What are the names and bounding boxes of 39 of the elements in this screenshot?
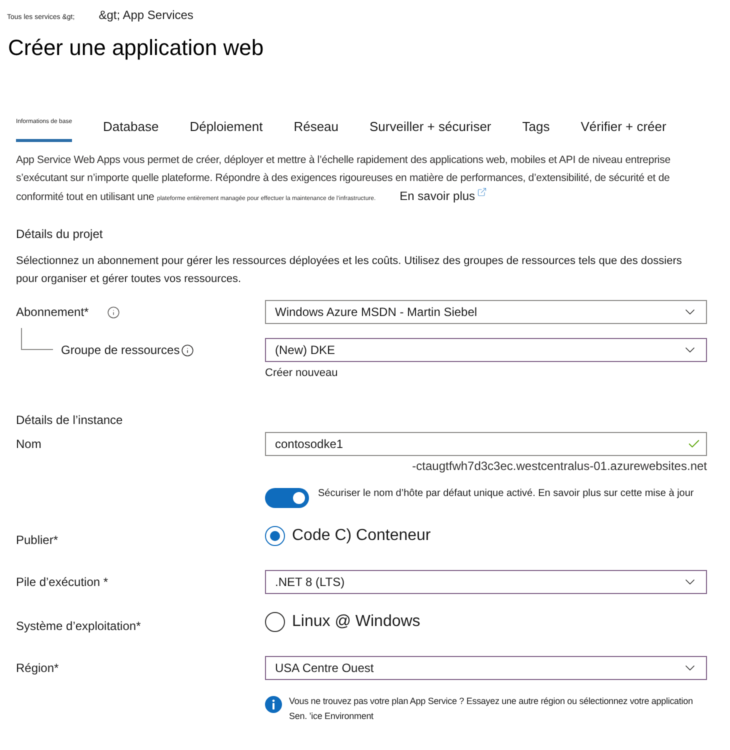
tree-connector-line [21,328,53,350]
region-label: Région* [16,661,59,675]
tab[interactable]: Réseau [294,114,339,142]
tab[interactable]: Vérifier + créer [580,114,666,142]
toggle-switch[interactable] [265,488,309,508]
external-link-icon [477,187,488,197]
name-input-field[interactable]: contosodke1 [265,432,707,456]
subscription-dropdown[interactable]: Windows Azure MSDN - Martin Siebel [265,300,707,324]
resource-group-label: Groupe de ressources [61,342,180,359]
operating-system-label: Système d’exploitation* [16,619,141,633]
section-heading: Détails du projet [16,226,104,242]
hostname-hint: -ctaugtfwh7d3c3ec.westcentralus-01.azurewebsites.net [412,458,707,475]
breadcrumb-link[interactable]: &gt; App Services [98,6,194,24]
region-dropdown[interactable]: USA Centre Ouest [265,656,707,680]
runtime-stack-dropdown[interactable]: .NET 8 (LTS) [265,570,707,594]
subscription-label: Abonnement* [16,304,89,321]
radio-button[interactable] [265,612,285,632]
info-icon[interactable] [106,306,120,318]
tab[interactable]: Déploiement [190,114,263,142]
tab[interactable]: Tags [522,114,550,142]
info-icon [265,696,282,713]
section-description: Sélectionnez un abonnement pour gérer les ressources déployées et les coûts. Utilisez des groupes de ressources tels que des dossiers pour organiser et gérer toutes vos ressources. [16,254,683,287]
page-title: Créer une application web [7,34,265,62]
tab[interactable]: Surveiller + sécuriser [370,114,492,142]
tab[interactable]: Database [103,114,159,142]
section-heading: Détails de l’instance [16,412,124,428]
radio-button[interactable] [265,526,285,546]
radio-label: Code C) Conteneur [292,526,431,546]
create-new-link[interactable]: Créer nouveau [265,365,338,381]
info-text: Vous ne trouvez pas votre plan App Service ? Essayez une autre région ou sélectionnez votre application [289,695,694,708]
toggle-description: Sécuriser le nom d’hôte par défaut unique activé. En savoir plus sur cette mise à jour [318,488,695,500]
runtime-stack-label: Pile d’exécution * [16,575,108,589]
publish-label: Publier* [16,533,58,547]
info-icon[interactable] [180,344,194,356]
radio-label: Linux @ Windows [292,612,420,632]
resource-group-dropdown[interactable]: (New) DKE [265,338,707,362]
learn-more-link[interactable]: En savoir plus [400,187,488,205]
info-text: Sen. ’ice Environment [289,710,374,723]
name-label: Nom [16,437,42,451]
